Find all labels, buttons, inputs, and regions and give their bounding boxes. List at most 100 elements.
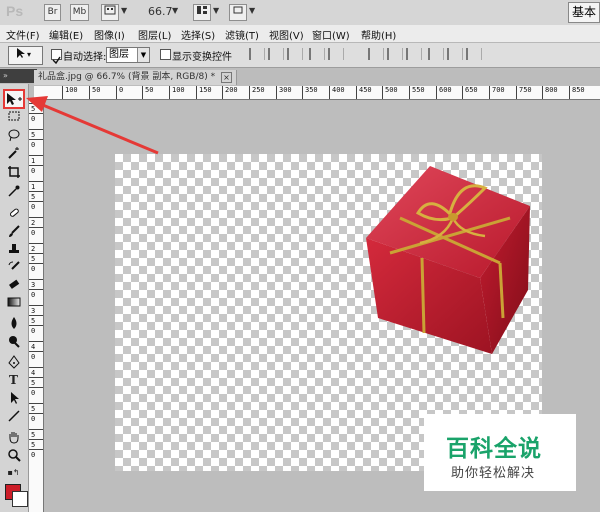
chevron-down-icon[interactable]: ▼: [249, 6, 255, 15]
view-extras-button[interactable]: [101, 4, 119, 21]
clone-stamp-tool[interactable]: [5, 242, 22, 258]
line-tool[interactable]: [5, 409, 22, 425]
type-tool-icon[interactable]: T: [5, 373, 22, 389]
menu-filter[interactable]: 滤镜(T): [225, 27, 259, 42]
ruler-label: 200: [225, 86, 238, 94]
ruler-label: 0: [31, 353, 36, 361]
options-bar: ▾ 自动选择: 图层 ▼ 显示变换控件: [0, 43, 600, 68]
path-selection-tool[interactable]: [5, 391, 22, 407]
default-colors-icon[interactable]: ▪↰: [5, 468, 22, 478]
menu-view[interactable]: 视图(V): [269, 27, 304, 42]
ruler-label: 3: [31, 281, 36, 289]
chevron-down-icon[interactable]: ▼: [137, 48, 149, 62]
move-tool-icon: [7, 93, 22, 105]
tools-panel: T ▪↰: [0, 84, 29, 512]
vertical-ruler: 5 0 5 0 1 0 1 5 0 2 0 2 5 0 3 0 3 5 0 4 …: [29, 99, 44, 512]
mini-bridge-button[interactable]: Mb: [70, 4, 89, 21]
background-color-swatch[interactable]: [12, 491, 28, 507]
distribute-left-icon[interactable]: [428, 48, 444, 60]
ruler-label: 0: [31, 327, 36, 335]
menu-edit[interactable]: 编辑(E): [49, 27, 83, 42]
ruler-label: 1: [31, 183, 36, 191]
ruler-label: 800: [545, 86, 558, 94]
document-tab[interactable]: 礼品盒.jpg @ 66.7% (背景 副本, RGB/8) * ×: [34, 70, 237, 85]
ruler-label: 5: [31, 379, 36, 387]
zoom-tool-icon: [7, 449, 21, 462]
pen-tool[interactable]: [5, 355, 22, 371]
brush-tool[interactable]: [5, 224, 22, 240]
crop-tool[interactable]: [5, 165, 22, 181]
menu-bar: 文件(F) 编辑(E) 图像(I) 图层(L) 选择(S) 滤镜(T) 视图(V…: [0, 25, 600, 43]
ruler-label: 50: [92, 86, 101, 94]
menu-layer[interactable]: 图层(L): [138, 27, 171, 42]
auto-select-checkbox[interactable]: [51, 49, 62, 65]
show-transform-checkbox[interactable]: [160, 49, 171, 60]
move-tool[interactable]: [3, 89, 25, 109]
hand-tool[interactable]: [5, 430, 22, 446]
eyedropper-tool[interactable]: [5, 184, 22, 200]
ruler-label: 5: [31, 441, 36, 449]
magic-wand-tool-icon: [7, 147, 19, 159]
screen-mode-button[interactable]: [229, 4, 247, 21]
history-brush-tool[interactable]: [5, 260, 22, 276]
ruler-label: 750: [519, 86, 532, 94]
marquee-tool[interactable]: [5, 110, 22, 126]
watermark-title: 百科全说: [446, 436, 542, 462]
ruler-label: 700: [492, 86, 505, 94]
bridge-button[interactable]: Br: [44, 4, 61, 21]
pen-tool-icon: [7, 355, 20, 369]
app-logo: Ps: [6, 3, 24, 19]
workspace-switcher[interactable]: 基本: [568, 2, 600, 23]
ruler-label: 600: [439, 86, 452, 94]
blur-tool[interactable]: [5, 316, 22, 332]
menu-select[interactable]: 选择(S): [181, 27, 215, 42]
ruler-label: 0: [31, 167, 36, 175]
align-top-icon[interactable]: [249, 48, 265, 60]
document-tab-title: 礼品盒.jpg @ 66.7% (背景 副本, RGB/8) *: [38, 72, 216, 82]
gradient-tool[interactable]: [5, 296, 22, 312]
healing-brush-tool[interactable]: [5, 206, 22, 222]
close-icon[interactable]: ×: [221, 72, 232, 83]
ruler-label: 5: [31, 193, 36, 201]
magic-wand-tool[interactable]: [5, 146, 22, 162]
menu-window[interactable]: 窗口(W): [312, 27, 350, 42]
dodge-tool[interactable]: [5, 334, 22, 350]
ruler-label: 300: [279, 86, 292, 94]
eraser-tool-icon: [8, 279, 19, 289]
ruler-label: 5: [31, 317, 36, 325]
distribute-vcenter-icon[interactable]: [387, 48, 403, 60]
lasso-tool[interactable]: [5, 128, 22, 144]
distribute-top-icon[interactable]: [368, 48, 384, 60]
menu-image[interactable]: 图像(I): [94, 27, 125, 42]
menu-help[interactable]: 帮助(H): [361, 27, 396, 42]
svg-text:▾: ▾: [27, 50, 31, 59]
blur-tool-icon: [11, 317, 16, 329]
tools-panel-header[interactable]: »: [0, 69, 37, 83]
align-vcenter-icon[interactable]: [268, 48, 284, 60]
auto-select-label: 自动选择:: [63, 52, 107, 63]
zoom-level[interactable]: 66.7: [148, 5, 173, 18]
ruler-label: 0: [31, 451, 36, 459]
distribute-bottom-icon[interactable]: [406, 48, 422, 60]
eraser-tool[interactable]: [5, 278, 22, 294]
ruler-label: 4: [31, 369, 36, 377]
gift-box-image[interactable]: [360, 158, 535, 358]
zoom-tool[interactable]: [5, 448, 22, 464]
auto-select-value: 图层: [109, 49, 129, 60]
align-left-icon[interactable]: [309, 48, 325, 60]
align-bottom-icon[interactable]: [287, 48, 303, 60]
distribute-right-icon[interactable]: [466, 48, 482, 60]
chevron-down-icon[interactable]: ▼: [213, 6, 219, 15]
tool-preset-picker[interactable]: ▾: [8, 46, 43, 65]
auto-select-dropdown[interactable]: 图层 ▼: [106, 47, 150, 63]
ruler-label: 0: [31, 229, 36, 237]
arrange-documents-button[interactable]: [193, 4, 211, 21]
distribute-hcenter-icon[interactable]: [447, 48, 463, 60]
ruler-label: 1: [31, 157, 36, 165]
chevron-down-icon[interactable]: ▼: [121, 6, 127, 15]
chevron-down-icon[interactable]: ▼: [172, 6, 178, 15]
menu-file[interactable]: 文件(F): [6, 27, 40, 42]
ruler-label: 350: [305, 86, 318, 94]
align-hcenter-icon[interactable]: [328, 48, 344, 60]
ruler-label: 100: [172, 86, 185, 94]
